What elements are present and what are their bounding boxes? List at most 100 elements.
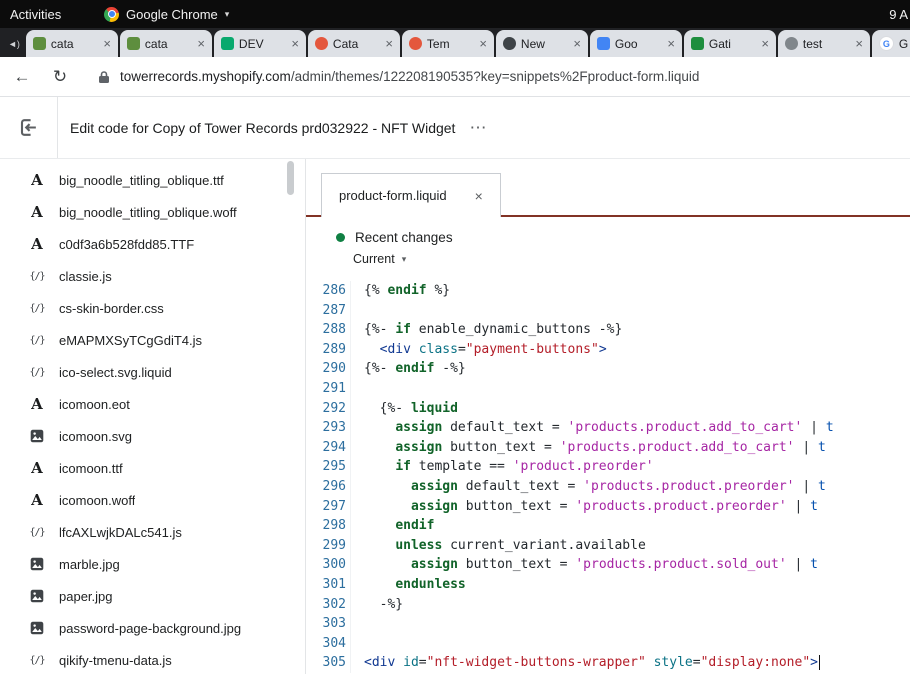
tab-close-icon[interactable]: ×: [573, 36, 581, 51]
file-item[interactable]: {/}cs-skin-border.css: [0, 292, 305, 324]
code-line[interactable]: 289 <div class="payment-buttons">: [306, 340, 910, 360]
file-name: icomoon.svg: [59, 429, 132, 444]
file-item[interactable]: {/}classie.js: [0, 260, 305, 292]
file-item[interactable]: paper.jpg: [0, 580, 305, 612]
code-line[interactable]: 286{% endif %}: [306, 281, 910, 301]
line-content: [351, 614, 364, 634]
line-content: assign default_text = 'products.product.…: [351, 477, 826, 497]
font-file-icon: A: [28, 491, 46, 509]
tab-close-icon[interactable]: ×: [385, 36, 393, 51]
version-dropdown[interactable]: Current ▾: [353, 252, 406, 266]
line-number: 292: [306, 399, 351, 419]
code-line[interactable]: 303: [306, 614, 910, 634]
browser-tab[interactable]: DEV ×: [214, 30, 306, 57]
file-item[interactable]: Aicomoon.eot: [0, 388, 305, 420]
file-item[interactable]: marble.jpg: [0, 548, 305, 580]
chrome-icon: [104, 7, 119, 22]
content: Abig_noodle_titling_oblique.ttfAbig_nood…: [0, 159, 910, 674]
template-favicon: [409, 37, 422, 50]
code-line[interactable]: 290{%- endif -%}: [306, 359, 910, 379]
code-file-icon: {/}: [28, 527, 46, 538]
code-line[interactable]: 294 assign button_text = 'products.produ…: [306, 438, 910, 458]
browser-tab[interactable]: cata×: [120, 30, 212, 57]
image-file-icon: [28, 557, 46, 571]
image-file-icon: [28, 429, 46, 443]
browser-tab[interactable]: test×: [778, 30, 870, 57]
code-line[interactable]: 298 endif: [306, 516, 910, 536]
file-item[interactable]: {/}eMAPMXSyTCgGdiT4.js: [0, 324, 305, 356]
file-name: icomoon.eot: [59, 397, 130, 412]
sidebar-scrollbar[interactable]: [287, 161, 294, 195]
tab-title: G: [899, 37, 910, 51]
lock-icon[interactable]: [98, 70, 110, 84]
browser-tab[interactable]: GG×: [872, 30, 910, 57]
line-number: 299: [306, 536, 351, 556]
file-sidebar: Abig_noodle_titling_oblique.ttfAbig_nood…: [0, 159, 305, 674]
line-number: 305: [306, 653, 351, 673]
line-number: 288: [306, 320, 351, 340]
code-line[interactable]: 292 {%- liquid: [306, 399, 910, 419]
code-line[interactable]: 287: [306, 301, 910, 321]
code-line[interactable]: 304: [306, 634, 910, 654]
tab-close-icon[interactable]: ×: [761, 36, 769, 51]
address-bar[interactable]: towerrecords.myshopify.com/admin/themes/…: [98, 69, 898, 84]
activities-button[interactable]: Activities: [10, 7, 61, 22]
editor-tab-label: product-form.liquid: [339, 188, 447, 203]
code-line[interactable]: 301 endunless: [306, 575, 910, 595]
file-item[interactable]: {/}lfcAXLwjkDALc541.js: [0, 516, 305, 548]
image-file-icon: [28, 589, 46, 603]
code-line[interactable]: 299 unless current_variant.available: [306, 536, 910, 556]
file-item[interactable]: Abig_noodle_titling_oblique.ttf: [0, 164, 305, 196]
tab-close-icon[interactable]: ×: [103, 36, 111, 51]
system-clock[interactable]: 9 A: [889, 7, 910, 22]
file-item[interactable]: Aicomoon.ttf: [0, 452, 305, 484]
tab-title: Gati: [709, 37, 756, 51]
code-line[interactable]: 305<div id="nft-widget-buttons-wrapper" …: [306, 653, 910, 673]
file-name: big_noodle_titling_oblique.ttf: [59, 173, 224, 188]
sheets-favicon: [691, 37, 704, 50]
file-item[interactable]: Aicomoon.woff: [0, 484, 305, 516]
code-line[interactable]: 291: [306, 379, 910, 399]
line-number: 301: [306, 575, 351, 595]
code-line[interactable]: 297 assign button_text = 'products.produ…: [306, 497, 910, 517]
editor-tab-product-form[interactable]: product-form.liquid ×: [321, 173, 501, 217]
line-number: 302: [306, 595, 351, 615]
file-item[interactable]: Ac0df3a6b528fdd85.TTF: [0, 228, 305, 260]
close-icon[interactable]: ×: [475, 188, 483, 204]
file-item[interactable]: icomoon.svg: [0, 420, 305, 452]
tab-title: cata: [51, 37, 98, 51]
tab-title: Tem: [427, 37, 474, 51]
more-actions-button[interactable]: ⋯: [469, 119, 487, 136]
browser-tab[interactable]: Goo×: [590, 30, 682, 57]
tab-title: New: [521, 37, 568, 51]
browser-tab[interactable]: cata ×: [26, 30, 118, 57]
exit-code-editor-button[interactable]: [0, 97, 58, 158]
browser-tab[interactable]: New ×: [496, 30, 588, 57]
tab-close-icon[interactable]: ×: [197, 36, 205, 51]
active-app-label: Google Chrome: [126, 7, 218, 22]
code-line[interactable]: 293 assign default_text = 'products.prod…: [306, 418, 910, 438]
code-line[interactable]: 288{%- if enable_dynamic_buttons -%}: [306, 320, 910, 340]
browser-tab[interactable]: Cata×: [308, 30, 400, 57]
code-line[interactable]: 295 if template == 'product.preorder': [306, 457, 910, 477]
file-item[interactable]: Abig_noodle_titling_oblique.woff: [0, 196, 305, 228]
code-line[interactable]: 296 assign default_text = 'products.prod…: [306, 477, 910, 497]
browser-tab[interactable]: Tem ×: [402, 30, 494, 57]
tab-close-icon[interactable]: ×: [291, 36, 299, 51]
code-editor[interactable]: 286{% endif %}287288{%- if enable_dynami…: [306, 281, 910, 674]
file-item[interactable]: {/}qikify-tmenu-data.js: [0, 644, 305, 674]
file-name: big_noodle_titling_oblique.woff: [59, 205, 237, 220]
code-line[interactable]: 302 -%}: [306, 595, 910, 615]
browser-tab[interactable]: Gati ×: [684, 30, 776, 57]
code-line[interactable]: 300 assign button_text = 'products.produ…: [306, 555, 910, 575]
tab-close-icon[interactable]: ×: [479, 36, 487, 51]
active-app-indicator[interactable]: Google Chrome ▾: [104, 7, 229, 22]
file-item[interactable]: password-page-background.jpg: [0, 612, 305, 644]
back-button[interactable]: ←: [6, 61, 38, 93]
tab-close-icon[interactable]: ×: [855, 36, 863, 51]
file-item[interactable]: {/}ico-select.svg.liquid: [0, 356, 305, 388]
recent-changes-label: Recent changes: [355, 230, 453, 245]
tab-title: DEV: [239, 37, 286, 51]
reload-button[interactable]: ↻: [44, 61, 76, 93]
tab-close-icon[interactable]: ×: [667, 36, 675, 51]
